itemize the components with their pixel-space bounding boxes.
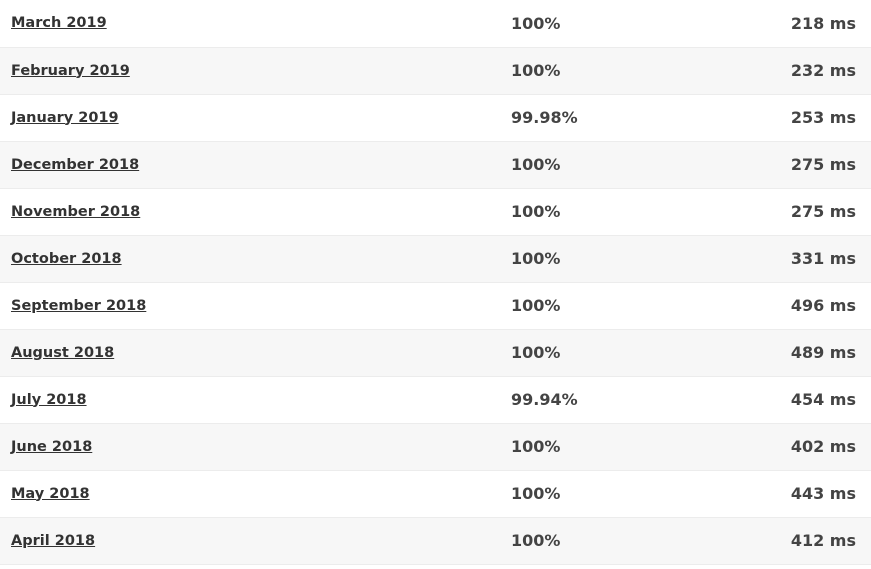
response-time-cell: 253 ms <box>790 108 856 127</box>
uptime-cell: 100% <box>511 343 561 362</box>
month-cell: April 2018 <box>0 517 511 564</box>
month-cell: July 2018 <box>0 376 511 423</box>
uptime-cell: 100% <box>511 484 561 503</box>
table-row: December 2018 100% 275 ms <box>0 141 871 188</box>
table-body: March 2019 100% 218 ms February 2019 100% 232… <box>0 0 871 564</box>
month-cell: March 2019 <box>0 0 511 47</box>
month-link[interactable]: December 2018 <box>11 157 139 173</box>
response-time-cell: 454 ms <box>790 390 856 409</box>
month-cell: October 2018 <box>0 235 511 282</box>
month-cell: January 2019 <box>0 94 511 141</box>
response-time-cell: 275 ms <box>790 202 856 221</box>
table-row: January 2019 99.98% 253 ms <box>0 94 871 141</box>
table-row: August 2018 100% 489 ms <box>0 329 871 376</box>
table-row: February 2019 100% 232 ms <box>0 47 871 94</box>
table-row: May 2018 100% 443 ms <box>0 470 871 517</box>
table-row: April 2018 100% 412 ms <box>0 517 871 564</box>
uptime-cell: 100% <box>511 61 561 80</box>
month-link[interactable]: June 2018 <box>11 439 92 455</box>
month-cell: June 2018 <box>0 423 511 470</box>
uptime-cell: 99.98% <box>511 108 578 127</box>
uptime-cell: 99.94% <box>511 390 578 409</box>
month-cell: February 2019 <box>0 47 511 94</box>
response-time-cell: 489 ms <box>790 343 856 362</box>
month-link[interactable]: September 2018 <box>11 298 146 314</box>
response-time-cell: 412 ms <box>790 531 856 550</box>
response-time-cell: 331 ms <box>790 249 856 268</box>
response-time-cell: 496 ms <box>790 296 856 315</box>
month-link[interactable]: May 2018 <box>11 486 90 502</box>
uptime-cell: 100% <box>511 249 561 268</box>
month-cell: November 2018 <box>0 188 511 235</box>
table-row: July 2018 99.94% 454 ms <box>0 376 871 423</box>
month-cell: September 2018 <box>0 282 511 329</box>
uptime-history-table: March 2019 100% 218 ms February 2019 100% 232… <box>0 0 871 565</box>
month-cell: December 2018 <box>0 141 511 188</box>
response-time-cell: 232 ms <box>790 61 856 80</box>
response-time-cell: 218 ms <box>790 13 856 33</box>
uptime-cell: 100% <box>511 296 561 315</box>
uptime-cell: 100% <box>511 155 561 174</box>
month-link[interactable]: November 2018 <box>11 204 140 220</box>
table-row: March 2019 100% 218 ms <box>0 0 871 47</box>
uptime-cell: 100% <box>511 13 561 33</box>
month-link[interactable]: April 2018 <box>11 533 95 549</box>
month-link[interactable]: July 2018 <box>11 392 87 408</box>
uptime-cell: 100% <box>511 531 561 550</box>
response-time-cell: 443 ms <box>790 484 856 503</box>
month-link[interactable]: October 2018 <box>11 251 122 267</box>
month-link[interactable]: February 2019 <box>11 63 130 79</box>
response-time-cell: 402 ms <box>790 437 856 456</box>
table-row: June 2018 100% 402 ms <box>0 423 871 470</box>
month-cell: May 2018 <box>0 470 511 517</box>
month-link[interactable]: January 2019 <box>11 110 119 126</box>
month-cell: August 2018 <box>0 329 511 376</box>
month-link[interactable]: August 2018 <box>11 345 114 361</box>
response-time-cell: 275 ms <box>790 155 856 174</box>
table-row: November 2018 100% 275 ms <box>0 188 871 235</box>
month-link[interactable]: March 2019 <box>11 15 107 31</box>
uptime-cell: 100% <box>511 202 561 221</box>
uptime-cell: 100% <box>511 437 561 456</box>
table-row: October 2018 100% 331 ms <box>0 235 871 282</box>
table-row: September 2018 100% 496 ms <box>0 282 871 329</box>
